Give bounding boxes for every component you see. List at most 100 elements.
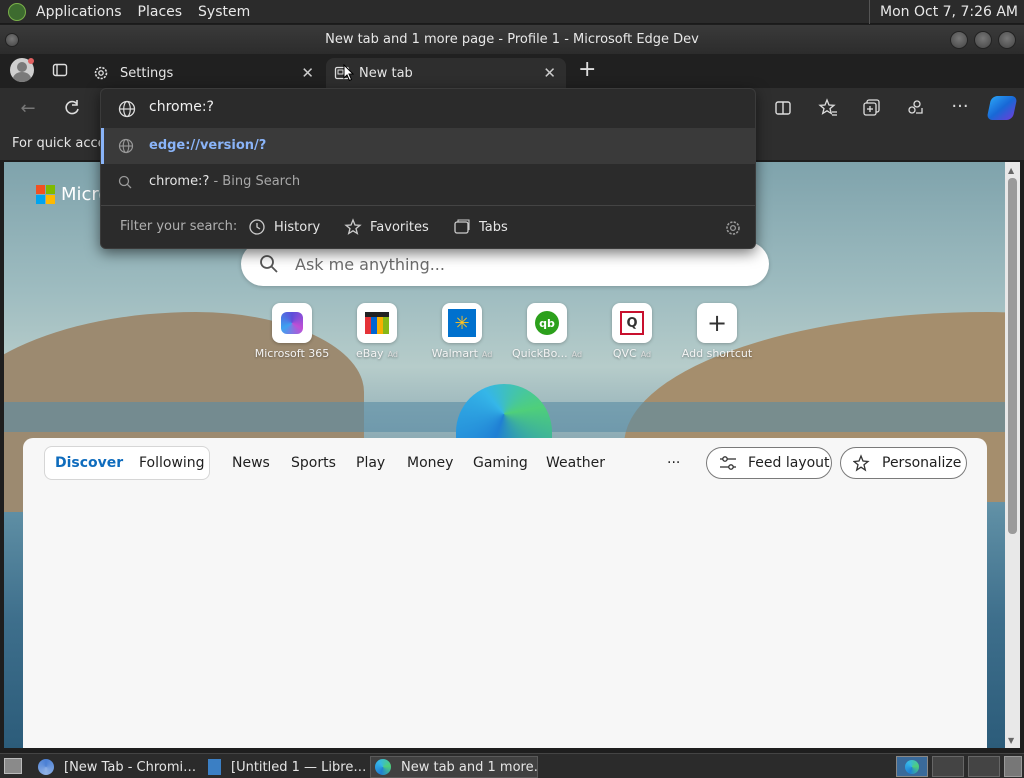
- feed-layout-button[interactable]: Feed layout: [706, 447, 832, 479]
- menu-applications[interactable]: Applications: [28, 4, 130, 20]
- quick-link-walmart[interactable]: ✳ Walmart Ad: [422, 303, 502, 360]
- sparkle-star-icon: [853, 454, 870, 472]
- search-icon: [118, 175, 132, 189]
- tab-discover[interactable]: Discover: [55, 446, 123, 480]
- show-desktop-icon[interactable]: [4, 758, 22, 774]
- favorites-bar-hint: For quick acces: [12, 136, 113, 151]
- quick-link-microsoft-365[interactable]: Microsoft 365: [252, 303, 332, 360]
- suggestion-text: edge://version/?: [149, 138, 267, 153]
- personalize-label: Personalize: [882, 455, 962, 471]
- taskbar-item-edge[interactable]: New tab and 1 more…: [370, 756, 538, 778]
- workspace-switcher[interactable]: [896, 756, 928, 777]
- taskbar-item-label: [Untitled 1 — Libre…: [231, 759, 366, 775]
- more-categories-button[interactable]: ···: [667, 446, 680, 480]
- minimize-button[interactable]: [950, 31, 968, 49]
- settings-gear-icon[interactable]: [724, 219, 742, 237]
- maximize-button[interactable]: [974, 31, 992, 49]
- taskbar: [New Tab - Chromi… [Untitled 1 — Libre… …: [0, 753, 1024, 778]
- more-options-icon[interactable]: ···: [949, 96, 971, 117]
- suggestion-text: chrome:? - Bing Search: [149, 174, 300, 189]
- category-sports[interactable]: Sports: [291, 446, 336, 480]
- tab-strip: Settings ✕ New tab ✕ +: [0, 54, 1024, 88]
- window-titlebar[interactable]: New tab and 1 more page - Profile 1 - Mi…: [0, 25, 1024, 54]
- gear-icon: [94, 66, 108, 80]
- profile-badge: [28, 58, 34, 64]
- filter-history-label: History: [274, 219, 321, 235]
- page-scrollbar[interactable]: ▲ ▼: [1005, 162, 1020, 748]
- trash-icon[interactable]: [1004, 756, 1022, 777]
- address-input-row[interactable]: chrome:?: [101, 89, 755, 127]
- scrollbar-thumb[interactable]: [1008, 178, 1017, 534]
- edge-icon: [375, 759, 391, 775]
- edge-logo-icon: [456, 384, 552, 444]
- close-tab-icon[interactable]: ✕: [301, 64, 314, 82]
- qvc-icon: Q: [620, 311, 644, 335]
- microsoft-365-icon: [281, 312, 303, 334]
- quick-link-ebay[interactable]: eBay Ad: [337, 303, 417, 360]
- close-tab-icon[interactable]: ✕: [543, 64, 556, 82]
- filter-tabs-label: Tabs: [479, 219, 508, 235]
- scroll-up-icon[interactable]: ▲: [1008, 166, 1014, 175]
- quick-link-qvc[interactable]: Q QVC Ad: [592, 303, 672, 360]
- quick-link-quickbooks[interactable]: qb QuickBo... Ad: [507, 303, 587, 360]
- personalize-button[interactable]: Personalize: [840, 447, 967, 479]
- workspace-3[interactable]: [968, 756, 1000, 777]
- scroll-down-icon[interactable]: ▼: [1008, 736, 1014, 745]
- address-bar-dropdown: chrome:? edge://version/? chrome:? - Bin…: [100, 88, 756, 249]
- address-input[interactable]: chrome:?: [149, 99, 214, 115]
- collections-icon[interactable]: [862, 98, 882, 118]
- category-news[interactable]: News: [232, 446, 270, 480]
- tab-label: New tab: [359, 65, 413, 81]
- browser-essentials-icon[interactable]: [906, 98, 926, 118]
- tab-new-tab[interactable]: New tab ✕: [326, 58, 566, 88]
- sliders-icon: [720, 456, 736, 470]
- history-clock-icon: [249, 219, 265, 235]
- window-title: New tab and 1 more page - Profile 1 - Mi…: [325, 32, 699, 47]
- quick-link-add-shortcut[interactable]: + Add shortcut: [677, 303, 757, 360]
- taskbar-item-chromium[interactable]: [New Tab - Chromi…: [32, 756, 198, 778]
- copilot-icon[interactable]: [986, 96, 1018, 120]
- category-gaming[interactable]: Gaming: [473, 446, 528, 480]
- workspace-2[interactable]: [932, 756, 964, 777]
- filter-history-button[interactable]: History: [248, 215, 320, 239]
- back-arrow-icon[interactable]: ←: [17, 98, 39, 119]
- edge-icon: [905, 760, 919, 774]
- globe-icon: [118, 100, 136, 118]
- new-tab-plus-icon[interactable]: +: [578, 58, 596, 82]
- close-window-button[interactable]: [998, 31, 1016, 49]
- tile-label: Microsoft 365: [254, 347, 330, 360]
- filter-label: Filter your search:: [120, 219, 238, 234]
- taskbar-item-label: New tab and 1 more…: [401, 759, 538, 775]
- category-money[interactable]: Money: [407, 446, 453, 480]
- selection-indicator: [101, 128, 104, 164]
- ad-badge: Ad: [640, 350, 652, 359]
- walmart-icon: ✳: [448, 309, 476, 337]
- refresh-icon[interactable]: [63, 99, 81, 117]
- search-icon: [260, 255, 278, 273]
- suggestion-row-selected[interactable]: edge://version/?: [101, 128, 755, 164]
- filter-tabs-button[interactable]: Tabs: [453, 215, 508, 239]
- search-placeholder: Ask me anything...: [295, 254, 445, 274]
- mouse-cursor-icon: [343, 64, 355, 82]
- tab-following[interactable]: Following: [139, 446, 205, 480]
- suggestion-row[interactable]: chrome:? - Bing Search: [101, 164, 755, 200]
- favorites-star-icon[interactable]: [818, 98, 838, 118]
- taskbar-item-label: [New Tab - Chromi…: [64, 759, 197, 775]
- category-play[interactable]: Play: [356, 446, 385, 480]
- ad-badge: Ad: [387, 350, 398, 359]
- ad-badge: Ad: [571, 350, 583, 359]
- system-logo-icon[interactable]: [8, 3, 26, 21]
- taskbar-item-libreoffice[interactable]: [Untitled 1 — Libre…: [202, 756, 366, 778]
- split-screen-icon[interactable]: [774, 99, 792, 117]
- tab-actions-icon[interactable]: [52, 62, 68, 78]
- menu-system[interactable]: System: [190, 4, 258, 20]
- system-clock[interactable]: Mon Oct 7, 7:26 AM: [869, 0, 1024, 24]
- category-weather[interactable]: Weather: [546, 446, 605, 480]
- news-feed: Discover Following News Sports Play Mone…: [23, 438, 987, 748]
- ad-badge: Ad: [481, 350, 493, 359]
- menu-places[interactable]: Places: [130, 4, 191, 20]
- feed-layout-label: Feed layout: [748, 455, 830, 471]
- window-menu-icon[interactable]: [5, 33, 19, 47]
- tab-settings[interactable]: Settings ✕: [84, 58, 324, 88]
- filter-favorites-button[interactable]: Favorites: [344, 215, 429, 239]
